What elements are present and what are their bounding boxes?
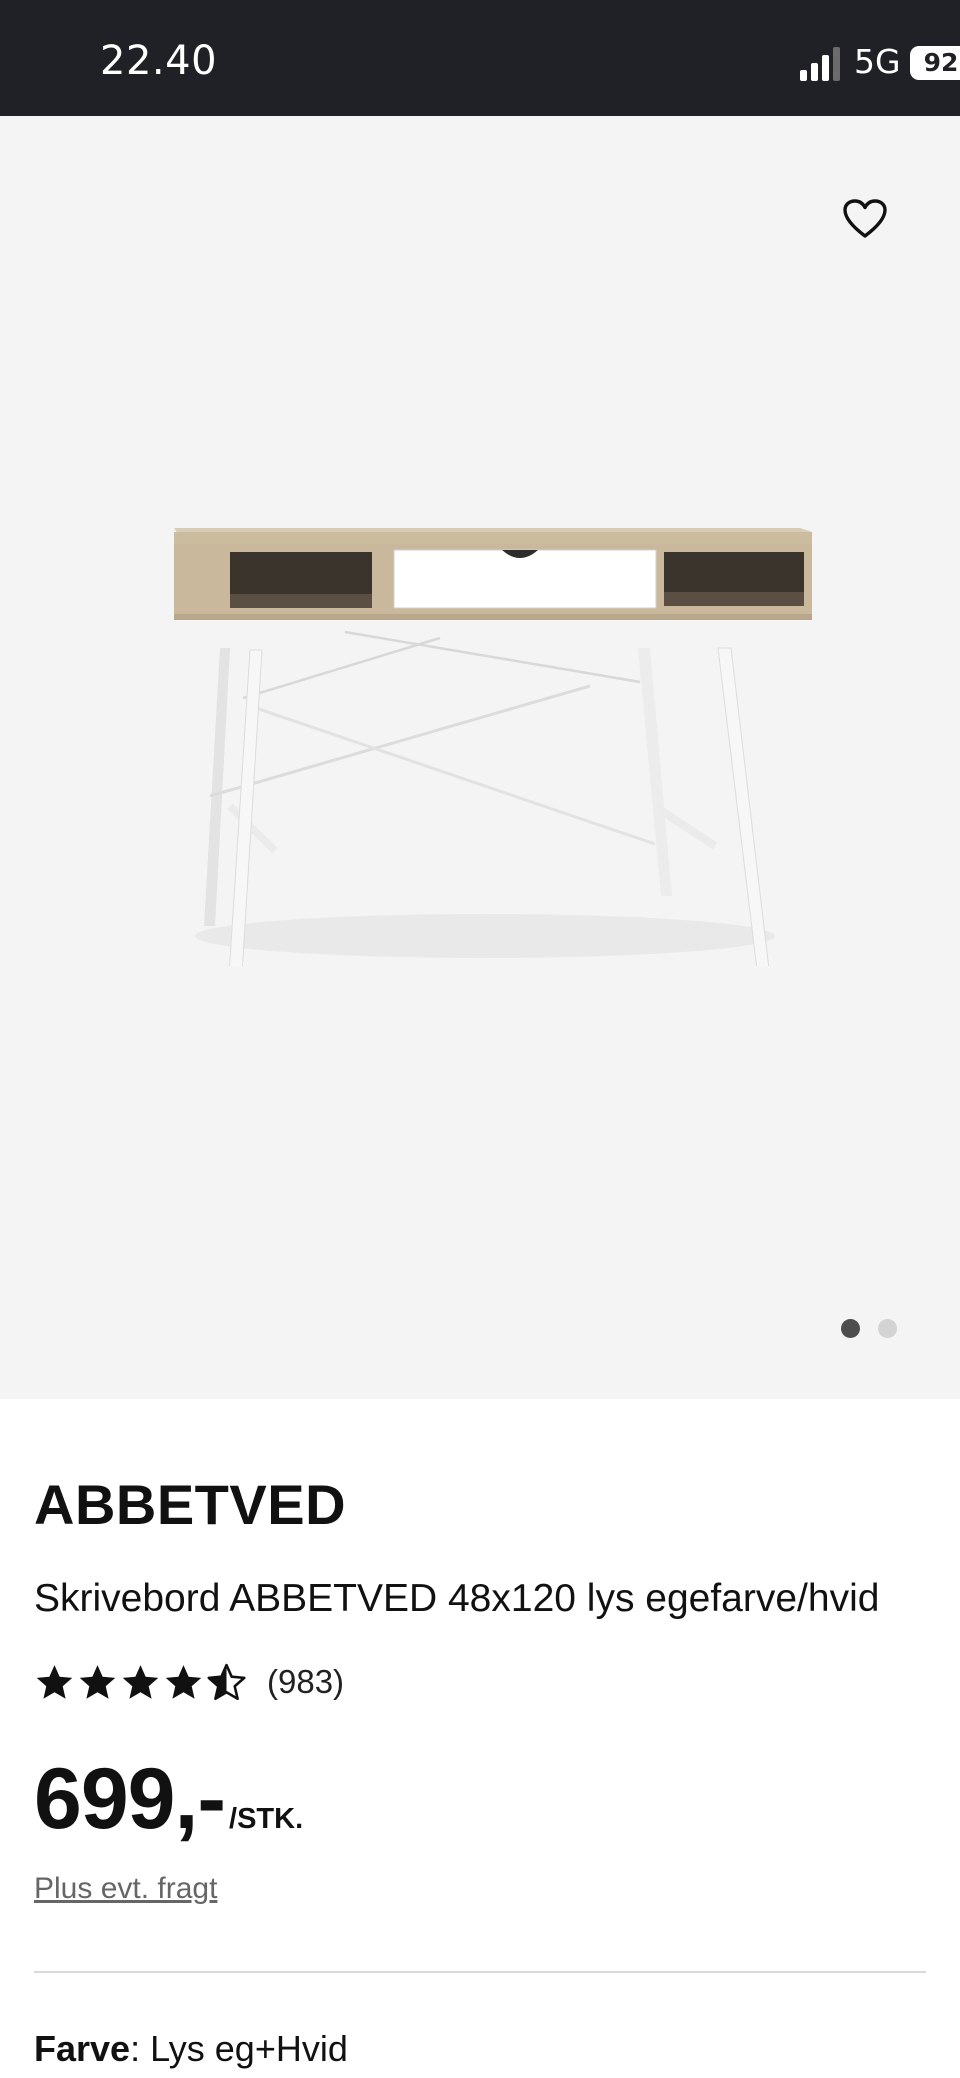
shipping-link[interactable]: Plus evt. fragt — [34, 1872, 217, 1906]
network-label: 5G — [854, 42, 901, 81]
color-value: Lys eg+Hvid — [150, 2028, 348, 2069]
color-label: Farve — [34, 2028, 131, 2069]
rating-stars — [34, 1662, 247, 1703]
product-image[interactable] — [150, 506, 820, 966]
product-gallery[interactable] — [0, 116, 960, 1399]
product-description: Skrivebord ABBETVED 48x120 lys egefarve/… — [34, 1577, 880, 1620]
price-block: 699,- /STK. — [34, 1750, 303, 1849]
review-count[interactable]: (983) — [267, 1663, 344, 1701]
status-bar: 22.40 5G 92 — [0, 0, 960, 116]
star-icon — [79, 1664, 116, 1699]
gallery-pagination — [841, 1319, 915, 1339]
battery-icon: 92 — [910, 46, 960, 80]
pagination-dot-1[interactable] — [841, 1319, 860, 1338]
divider — [34, 1971, 926, 1973]
star-icon — [122, 1664, 159, 1699]
signal-icon — [800, 47, 840, 81]
half-star-icon — [207, 1663, 246, 1700]
star-icon — [36, 1664, 73, 1699]
price-unit: /STK. — [229, 1803, 304, 1835]
product-brand: ABBETVED — [34, 1473, 347, 1536]
color-row[interactable]: Farve: Lys eg+Hvid — [34, 2028, 348, 2070]
product-rating[interactable]: (983) — [34, 1660, 344, 1704]
favorite-button[interactable] — [836, 190, 894, 248]
price-value: 699,- — [34, 1751, 226, 1847]
color-separator: : — [130, 2028, 151, 2069]
star-icon — [165, 1664, 202, 1699]
pagination-dot-2[interactable] — [878, 1319, 897, 1338]
heart-icon — [843, 199, 887, 238]
status-time: 22.40 — [100, 38, 218, 84]
